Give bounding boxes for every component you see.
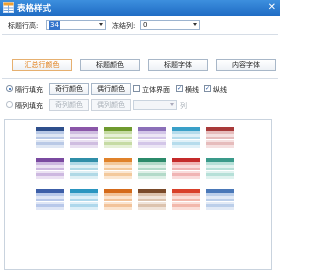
thumbnail-row [36,176,64,179]
thumbnail-row [70,176,98,179]
style-thumbnail[interactable] [36,189,64,210]
chevron-down-icon[interactable] [193,23,197,26]
style-thumbnail[interactable] [70,189,98,210]
thumbnail-row [172,145,200,148]
thumbnail-row [138,145,166,148]
style-thumbnail[interactable] [206,189,234,210]
table-style-icon [3,2,14,13]
freeze-col-label: 冻结列: [112,22,136,30]
title-bar: 表格样式 ✕ [0,0,280,16]
thumbnail-row [138,207,166,210]
tab-3[interactable]: 标题字体 [148,59,208,71]
thumbnail-row [104,207,132,210]
thumbnail-row [36,207,64,210]
tab-1[interactable]: 汇总行颜色 [12,59,72,71]
row-height-value: 34 [49,21,60,30]
thumbnail-row [104,176,132,179]
style-thumbnail[interactable] [172,189,200,210]
row-height-select[interactable]: 34 [46,20,106,30]
3d-ui-label: 立体界面 [142,86,170,94]
style-thumbnail[interactable] [138,158,166,179]
col-count-select[interactable] [133,100,177,110]
style-thumbnail[interactable] [104,127,132,148]
col-fill-label: 隔列填充 [15,102,43,110]
divider [2,34,278,35]
style-thumbnail[interactable] [172,158,200,179]
style-thumbnail[interactable] [36,127,64,148]
thumbnail-row [70,145,98,148]
vertical-line-checkbox[interactable]: ✓ [204,85,211,92]
close-icon[interactable]: ✕ [268,1,276,14]
horizontal-line-label: 横线 [185,86,199,94]
style-thumbnail[interactable] [104,189,132,210]
thumbnail-row [36,145,64,148]
3d-ui-checkbox[interactable] [133,85,140,92]
tab-2[interactable]: 标题颜色 [80,59,140,71]
freeze-col-select[interactable]: 0 [140,20,200,30]
divider [2,78,278,79]
odd-col-color-button[interactable]: 奇列颜色 [49,99,89,111]
freeze-col-value: 0 [143,21,148,29]
style-thumbnail[interactable] [70,158,98,179]
thumbnail-row [172,176,200,179]
col-fill-radio[interactable] [6,101,13,108]
col-suffix-label: 列 [180,102,187,110]
style-thumbnail[interactable] [172,127,200,148]
even-row-color-button[interactable]: 偶行颜色 [91,83,131,95]
style-thumbnail[interactable] [138,189,166,210]
window-title: 表格样式 [17,4,52,14]
thumbnail-row [206,176,234,179]
style-thumbnail[interactable] [70,127,98,148]
thumbnail-row [104,145,132,148]
vertical-line-label: 纵线 [213,86,227,94]
style-thumbnail[interactable] [104,158,132,179]
horizontal-line-checkbox[interactable]: ✓ [176,85,183,92]
row-fill-label: 隔行填充 [15,86,43,94]
chevron-down-icon[interactable] [99,23,103,26]
style-thumbnail[interactable] [206,158,234,179]
thumbnail-row [70,207,98,210]
style-thumbnail[interactable] [138,127,166,148]
even-col-color-button[interactable]: 偶列颜色 [91,99,131,111]
row-fill-radio[interactable] [6,85,13,92]
style-gallery [4,119,272,270]
chevron-down-icon[interactable] [170,103,174,106]
thumbnail-row [206,207,234,210]
dialog-body: 标题行高: 34 冻结列: 0 汇总行颜色 标题颜色 标题字体 内容字体 隔行填充 奇… [0,16,280,270]
thumbnail-row [172,207,200,210]
thumbnail-row [138,176,166,179]
tab-4[interactable]: 内容字体 [216,59,276,71]
style-thumbnail[interactable] [206,127,234,148]
style-thumbnail[interactable] [36,158,64,179]
row-height-label: 标题行高: [8,22,39,30]
odd-row-color-button[interactable]: 奇行颜色 [49,83,89,95]
thumbnail-row [206,145,234,148]
